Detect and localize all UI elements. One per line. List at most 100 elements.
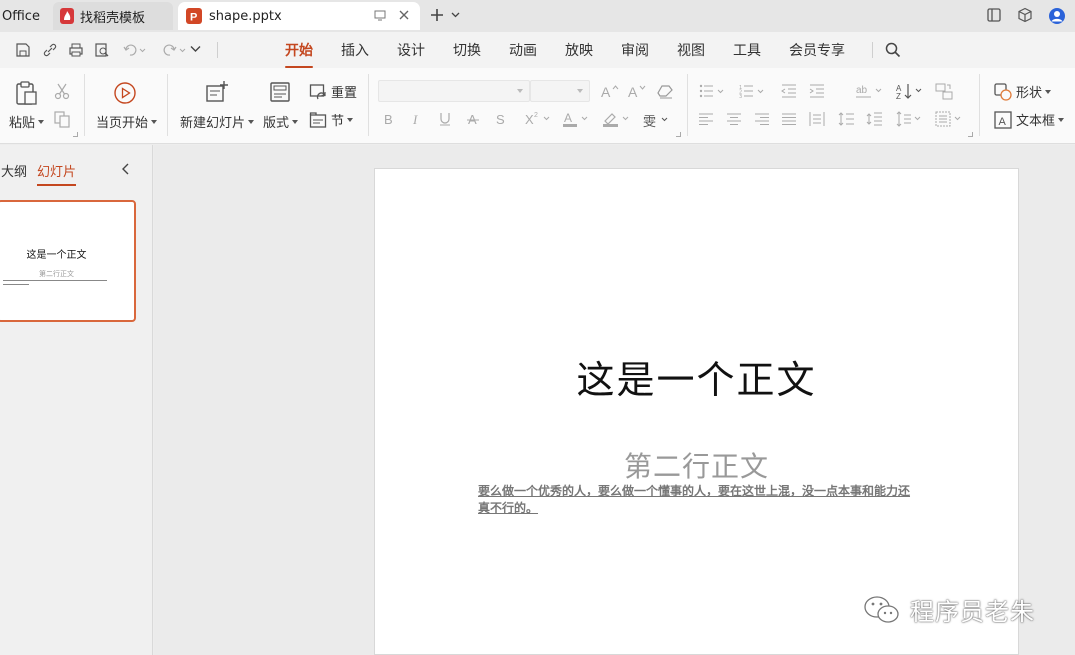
paragraph-spacing-icon[interactable] [866, 112, 882, 126]
increase-font-icon[interactable]: A [601, 83, 619, 99]
ribbon-separator [687, 74, 688, 136]
link-icon[interactable] [42, 42, 58, 58]
section-label: 节 [331, 114, 345, 129]
strikethrough-icon[interactable]: A [466, 112, 480, 126]
underline-icon[interactable] [438, 112, 452, 126]
line-spacing-icon[interactable] [838, 112, 854, 126]
font-family-combo[interactable] [378, 80, 530, 102]
group-launcher-icon[interactable] [968, 132, 973, 137]
paste-icon[interactable] [13, 80, 39, 106]
title-bar: Office 找稻壳模板 P shape.pptx [0, 0, 1075, 32]
collapse-panel-icon[interactable] [121, 163, 131, 175]
save-icon[interactable] [15, 42, 31, 58]
text-direction-icon[interactable]: ab [856, 83, 886, 99]
slide-thumbnail[interactable]: 这是一个正文 第二行正文 [0, 200, 136, 322]
bold-icon[interactable]: B [383, 112, 397, 126]
section-button[interactable]: 节 [309, 110, 354, 129]
tab-templates[interactable]: 找稻壳模板 [53, 2, 173, 30]
watermark-text: 程序员老朱 [910, 598, 1035, 626]
caret-down-icon [248, 119, 255, 124]
tab-office[interactable]: Office [0, 2, 50, 30]
svg-text:ab: ab [856, 85, 868, 96]
svg-text:3: 3 [739, 94, 742, 98]
search-icon[interactable] [885, 42, 901, 58]
play-from-current-icon[interactable] [113, 81, 137, 105]
window-layout-icon[interactable] [986, 7, 1002, 23]
font-size-combo[interactable] [530, 80, 590, 102]
svg-text:X: X [525, 112, 534, 125]
new-slide-icon[interactable] [205, 80, 229, 104]
redo-icon[interactable] [162, 42, 186, 58]
copy-icon[interactable] [53, 110, 71, 128]
group-launcher-icon[interactable] [676, 132, 681, 137]
tab-office-label: Office [2, 8, 40, 24]
cube-icon[interactable] [1017, 7, 1033, 23]
menu-member[interactable]: 会员专享 [789, 42, 845, 62]
align-right-icon[interactable] [755, 113, 769, 125]
menu-design[interactable]: 设计 [397, 42, 425, 62]
paste-button[interactable]: 粘贴 [9, 112, 45, 131]
new-slide-button[interactable]: 新建幻灯片 [180, 112, 255, 131]
decrease-font-icon[interactable]: A [628, 83, 646, 99]
menu-home[interactable]: 开始 [285, 42, 313, 68]
bullet-list-icon[interactable] [699, 84, 727, 98]
group-launcher-icon[interactable] [73, 132, 78, 137]
shape-button[interactable]: 形状 [994, 82, 1052, 101]
reset-button[interactable]: 重置 [309, 82, 357, 101]
wechat-icon [862, 594, 902, 626]
justify-icon[interactable] [782, 113, 796, 125]
distribute-icon[interactable] [809, 112, 825, 126]
undo-icon[interactable] [122, 42, 146, 58]
vertical-align-icon[interactable] [896, 111, 924, 127]
slide[interactable]: 这是一个正文 第二行正文 要么做一个优秀的人，要么做一个懂事的人，要在这世上混，… [374, 168, 1019, 655]
monitor-icon[interactable] [374, 9, 386, 21]
print-preview-icon[interactable] [94, 42, 110, 58]
superscript-icon[interactable]: X2 [525, 111, 551, 125]
decrease-indent-icon[interactable] [781, 84, 797, 98]
tab-document[interactable]: P shape.pptx [178, 2, 420, 30]
columns-icon[interactable] [935, 111, 965, 127]
sort-text-icon[interactable]: AZ [896, 82, 926, 100]
user-avatar-icon[interactable] [1048, 7, 1066, 25]
new-tab-button[interactable] [429, 7, 460, 23]
print-icon[interactable] [68, 42, 84, 58]
textbox-button[interactable]: A 文本框 [994, 110, 1065, 129]
text-shadow-icon[interactable]: S [494, 112, 508, 126]
align-left-icon[interactable] [699, 113, 713, 125]
menu-slideshow[interactable]: 放映 [565, 42, 593, 62]
phonetic-icon[interactable]: 雯 [642, 111, 672, 129]
svg-text:P: P [190, 12, 197, 24]
increase-indent-icon[interactable] [809, 84, 825, 98]
slide-body-text[interactable]: 要么做一个优秀的人，要么做一个懂事的人，要在这世上混，没一点本事和能力还真不行的… [478, 483, 918, 517]
menu-animations[interactable]: 动画 [509, 42, 537, 62]
menu-tools[interactable]: 工具 [733, 42, 761, 62]
svg-text:A: A [564, 111, 572, 125]
italic-icon[interactable]: I [411, 112, 425, 126]
convert-smartart-icon[interactable] [935, 82, 953, 100]
layout-button[interactable]: 版式 [263, 112, 299, 131]
cut-icon[interactable] [53, 82, 71, 100]
font-color-icon[interactable]: A [562, 111, 590, 127]
play-from-current-button[interactable]: 当页开始 [96, 112, 158, 131]
numbered-list-icon[interactable]: 123 [739, 84, 767, 98]
chevron-down-icon[interactable] [451, 12, 460, 18]
tab-slides[interactable]: 幻灯片 [37, 161, 77, 186]
caret-down-icon [577, 89, 583, 93]
menu-transitions[interactable]: 切换 [453, 42, 481, 62]
svg-text:A: A [468, 112, 477, 126]
slide-subtitle[interactable]: 第二行正文 [375, 445, 1018, 485]
menu-view[interactable]: 视图 [677, 42, 705, 62]
clear-format-icon[interactable] [656, 83, 674, 99]
close-tab-icon[interactable] [398, 9, 410, 21]
svg-text:S: S [496, 112, 505, 126]
menu-separator [872, 42, 873, 58]
textbox-label: 文本框 [1016, 114, 1056, 129]
menu-review[interactable]: 审阅 [621, 42, 649, 62]
layout-icon[interactable] [269, 81, 291, 103]
menu-insert[interactable]: 插入 [341, 42, 369, 62]
align-center-icon[interactable] [727, 113, 741, 125]
slide-title[interactable]: 这是一个正文 [375, 349, 1018, 404]
highlight-icon[interactable] [602, 111, 632, 127]
tab-outline[interactable]: 大纲 [1, 161, 27, 180]
quick-access-chevron-icon[interactable] [190, 45, 201, 53]
